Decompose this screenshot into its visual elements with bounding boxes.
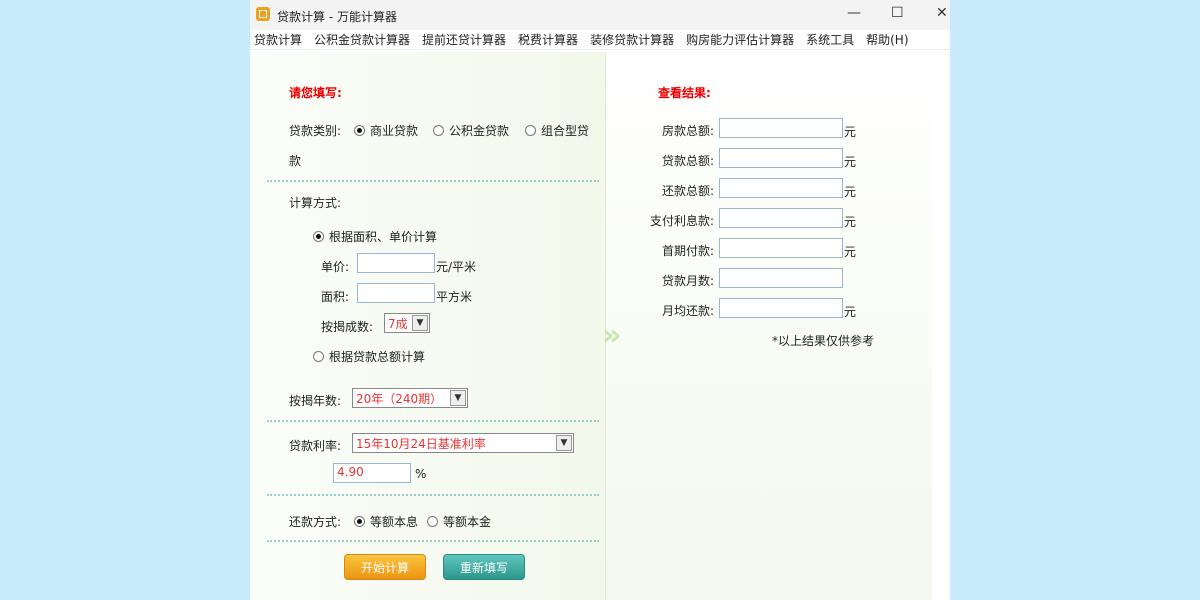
radio-commercial[interactable]: 商业贷款 [354, 122, 418, 139]
minimize-button[interactable]: — [847, 5, 861, 21]
radio-equal-installment[interactable]: 等额本息 [354, 513, 418, 530]
menu-affordability[interactable]: 购房能力评估计算器 [680, 30, 800, 49]
divider [267, 540, 599, 542]
area-unit: 平方米 [436, 290, 473, 304]
years-value: 20年（240期） [356, 392, 443, 406]
years-select[interactable]: 20年（240期） ▼ [352, 388, 468, 408]
app-icon [256, 7, 270, 21]
result-label: 房款总额: [661, 124, 714, 138]
radio-icon [427, 516, 438, 527]
calc-method-label: 计算方式: [289, 196, 342, 210]
unit-price-label: 单价: [321, 260, 350, 274]
calculate-button[interactable]: 开始计算 [344, 554, 426, 580]
radio-method-area[interactable]: 根据面积、单价计算 [313, 228, 437, 245]
result-field[interactable] [719, 148, 843, 168]
menu-prepay[interactable]: 提前还贷计算器 [416, 30, 512, 49]
result-panel: » 查看结果: 房款总额: 元 贷款总额: 元 还款总额: 元 支付利息款: 元… [602, 52, 932, 600]
result-field[interactable] [719, 208, 843, 228]
result-unit: 元 [844, 245, 857, 259]
result-label: 首期付款: [661, 244, 714, 258]
ratio-label: 按揭成数: [321, 320, 374, 334]
result-field[interactable] [719, 178, 843, 198]
divider [267, 180, 599, 182]
result-label: 贷款月数: [661, 274, 714, 288]
result-label: 月均还款: [661, 304, 714, 318]
close-button[interactable]: ✕ [936, 5, 948, 21]
radio-label: 等额本金 [443, 515, 492, 529]
radio-label: 根据面积、单价计算 [329, 230, 438, 244]
radio-label: 根据贷款总额计算 [329, 350, 426, 364]
menu-loan-calc[interactable]: 贷款计算 [250, 30, 308, 49]
radio-label: 公积金贷款 [449, 124, 510, 138]
result-field[interactable] [719, 118, 843, 138]
years-label: 按揭年数: [289, 394, 342, 408]
result-label: 贷款总额: [661, 154, 714, 168]
radio-method-total[interactable]: 根据贷款总额计算 [313, 348, 425, 365]
form-heading: 请您填写: [289, 86, 342, 100]
unit-price-unit: 元/平米 [436, 260, 477, 274]
app-window: 贷款计算 - 万能计算器 — ☐ ✕ 贷款计算 公积金贷款计算器 提前还贷计算器… [250, 0, 950, 600]
chevron-down-icon: ▼ [412, 315, 428, 331]
radio-icon [354, 125, 365, 136]
rate-unit: % [415, 467, 427, 481]
radio-icon [313, 231, 324, 242]
chevron-down-icon: ▼ [556, 435, 572, 451]
loan-type-label: 贷款类别: [289, 124, 342, 138]
radio-icon [433, 125, 444, 136]
radio-label: 等额本息 [370, 515, 419, 529]
result-field[interactable] [719, 238, 843, 258]
menu-help[interactable]: 帮助(H) [860, 30, 914, 49]
result-unit: 元 [844, 125, 857, 139]
rate-select[interactable]: 15年10月24日基准利率 ▼ [352, 433, 574, 453]
result-note: *以上结果仅供参考 [772, 334, 875, 348]
title-bar: 贷款计算 - 万能计算器 — ☐ ✕ [250, 0, 950, 30]
window-title: 贷款计算 - 万能计算器 [277, 10, 397, 24]
divider [267, 420, 599, 422]
ratio-value: 7成 [388, 317, 408, 331]
area-label: 面积: [321, 290, 350, 304]
unit-price-input[interactable] [357, 253, 435, 273]
result-unit: 元 [844, 215, 857, 229]
radio-combined[interactable]: 组合型贷 [525, 122, 589, 139]
menu-fund-loan[interactable]: 公积金贷款计算器 [308, 30, 416, 49]
rate-label: 贷款利率: [289, 439, 342, 453]
radio-fund[interactable]: 公积金贷款 [433, 122, 509, 139]
menu-bar: 贷款计算 公积金贷款计算器 提前还贷计算器 税费计算器 装修贷款计算器 购房能力… [250, 30, 950, 50]
result-label: 支付利息款: [649, 214, 714, 228]
result-unit: 元 [844, 185, 857, 199]
ratio-select[interactable]: 7成 ▼ [384, 313, 430, 333]
result-heading: 查看结果: [658, 86, 711, 100]
result-field[interactable] [719, 268, 843, 288]
radio-icon [525, 125, 536, 136]
radio-label: 组合型贷 [541, 124, 590, 138]
chevron-right-icon: » [602, 318, 622, 353]
radio-icon [313, 351, 324, 362]
result-label: 还款总额: [661, 184, 714, 198]
menu-decoration-loan[interactable]: 装修贷款计算器 [584, 30, 680, 49]
rate-input[interactable]: 4.90 [333, 463, 411, 483]
result-unit: 元 [844, 155, 857, 169]
menu-tools[interactable]: 系统工具 [800, 30, 860, 49]
rate-select-value: 15年10月24日基准利率 [356, 437, 486, 451]
reset-button[interactable]: 重新填写 [443, 554, 525, 580]
repay-label: 还款方式: [289, 515, 342, 529]
area-input[interactable] [357, 283, 435, 303]
radio-combined-wrap: 款 [289, 154, 302, 168]
divider [267, 494, 599, 496]
result-field[interactable] [719, 298, 843, 318]
menu-tax[interactable]: 税费计算器 [512, 30, 584, 49]
input-panel: 请您填写: 贷款类别: 商业贷款 公积金贷款 组合型贷 款 计算方式: 根据面积… [255, 52, 605, 600]
radio-label: 商业贷款 [370, 124, 419, 138]
maximize-button[interactable]: ☐ [891, 5, 904, 21]
result-unit: 元 [844, 305, 857, 319]
radio-equal-principal[interactable]: 等额本金 [427, 513, 491, 530]
chevron-down-icon: ▼ [450, 390, 466, 406]
radio-icon [354, 516, 365, 527]
